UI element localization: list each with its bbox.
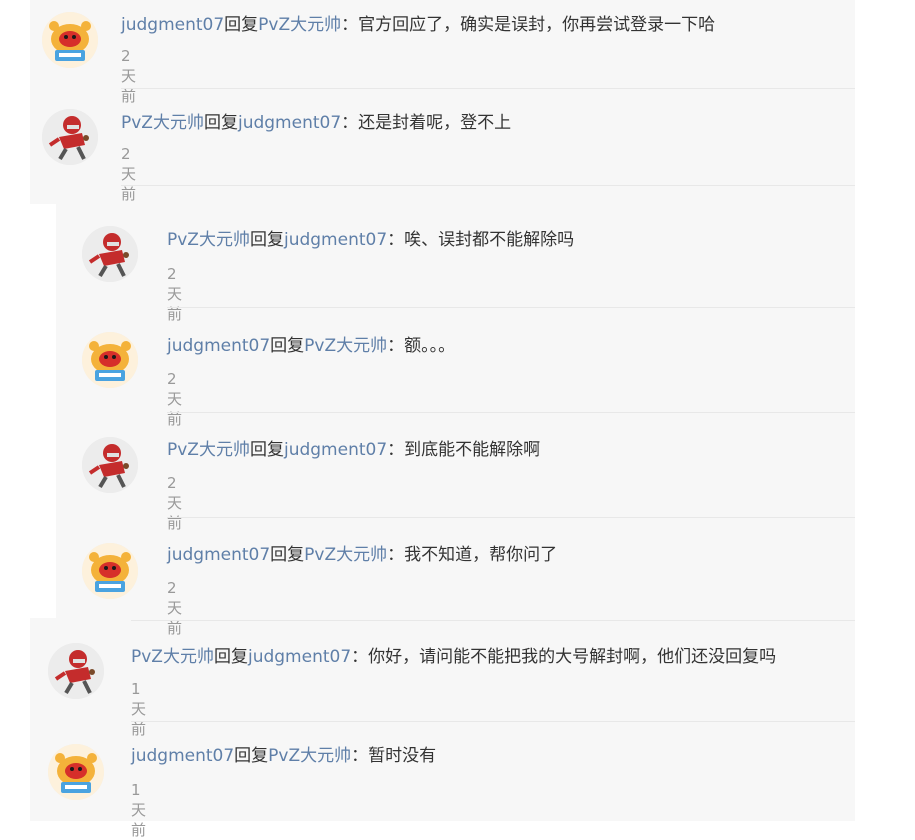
divider [121,185,855,186]
avatar[interactable] [48,643,104,699]
target-link[interactable]: PvZ大元帅 [304,545,387,565]
timestamp: 2天前 [167,265,183,323]
reply-separator: ： [387,336,405,356]
avatar-pvz-icon [82,226,138,282]
reply-separator: ： [341,15,359,35]
divider [167,517,855,518]
avatar[interactable] [48,744,104,800]
avatar[interactable] [82,332,138,388]
author-link[interactable]: PvZ大元帅 [167,230,250,250]
reply-text: judgment07回复PvZ大元帅：官方回应了，确实是误封，你再尝试登录一下哈 [121,13,715,37]
reply-text: judgment07回复PvZ大元帅：我不知道，帮你问了 [167,543,557,567]
timestamp: 2天前 [167,579,183,637]
reply-separator: ： [341,113,359,133]
avatar-judgment07-icon [48,744,104,800]
timestamp: 2天前 [121,145,137,203]
avatar-judgment07-icon [82,543,138,599]
divider [167,412,855,413]
target-link[interactable]: judgment07 [248,647,351,667]
target-link[interactable]: PvZ大元帅 [304,336,387,356]
avatar[interactable] [42,12,98,68]
reply-separator: ： [351,746,369,766]
target-link[interactable]: judgment07 [284,230,387,250]
avatar[interactable] [82,437,138,493]
reply-message: 到底能不能解除啊 [404,440,541,460]
reply-message: 还是封着呢，登不上 [358,113,512,133]
reply-verb: 回复 [249,230,284,250]
divider [131,721,855,722]
reply-verb: 回复 [249,440,284,460]
author-link[interactable]: PvZ大元帅 [167,440,250,460]
reply-message: 我不知道，帮你问了 [404,545,558,565]
author-link[interactable]: judgment07 [131,746,234,766]
timestamp: 2天前 [167,474,183,532]
reply-message: 你好，请问能不能把我的大号解封啊，他们还没回复吗 [368,647,777,667]
reply-text: judgment07回复PvZ大元帅：暂时没有 [131,744,436,768]
divider [121,88,855,89]
author-link[interactable]: PvZ大元帅 [131,647,214,667]
avatar-judgment07-icon [42,12,98,68]
target-link[interactable]: PvZ大元帅 [268,746,351,766]
reply-message: 唉、误封都不能解除吗 [404,230,575,250]
reply-text: PvZ大元帅回复judgment07：你好，请问能不能把我的大号解封啊，他们还没… [131,645,776,669]
divider [167,307,855,308]
reply-verb: 回复 [270,545,305,565]
target-link[interactable]: judgment07 [238,113,341,133]
avatar-pvz-icon [48,643,104,699]
author-link[interactable]: judgment07 [167,545,270,565]
avatar[interactable] [82,226,138,282]
reply-text: judgment07回复PvZ大元帅：额。。。 [167,334,455,358]
avatar-pvz-icon [82,437,138,493]
reply-verb: 回复 [224,15,259,35]
reply-message: 官方回应了，确实是误封，你再尝试登录一下哈 [358,15,716,35]
reply-separator: ： [387,545,405,565]
reply-message: 额。。。 [404,336,456,356]
author-link[interactable]: PvZ大元帅 [121,113,204,133]
avatar-pvz-icon [42,109,98,165]
reply-text: PvZ大元帅回复judgment07：到底能不能解除啊 [167,438,540,462]
author-link[interactable]: judgment07 [167,336,270,356]
reply-separator: ： [387,230,405,250]
avatar[interactable] [42,109,98,165]
avatar[interactable] [82,543,138,599]
reply-separator: ： [351,647,369,667]
reply-verb: 回复 [203,113,238,133]
avatar-judgment07-icon [82,332,138,388]
divider [131,620,855,621]
reply-verb: 回复 [234,746,269,766]
target-link[interactable]: PvZ大元帅 [258,15,341,35]
timestamp: 1天前 [131,781,147,839]
target-link[interactable]: judgment07 [284,440,387,460]
reply-text: PvZ大元帅回复judgment07：唉、误封都不能解除吗 [167,228,574,252]
timestamp: 2天前 [167,370,183,428]
reply-text: PvZ大元帅回复judgment07：还是封着呢，登不上 [121,111,511,135]
author-link[interactable]: judgment07 [121,15,224,35]
reply-verb: 回复 [270,336,305,356]
timestamp: 2天前 [121,47,137,105]
reply-separator: ： [387,440,405,460]
timestamp: 1天前 [131,680,147,738]
reply-message: 暂时没有 [368,746,437,766]
reply-verb: 回复 [213,647,248,667]
